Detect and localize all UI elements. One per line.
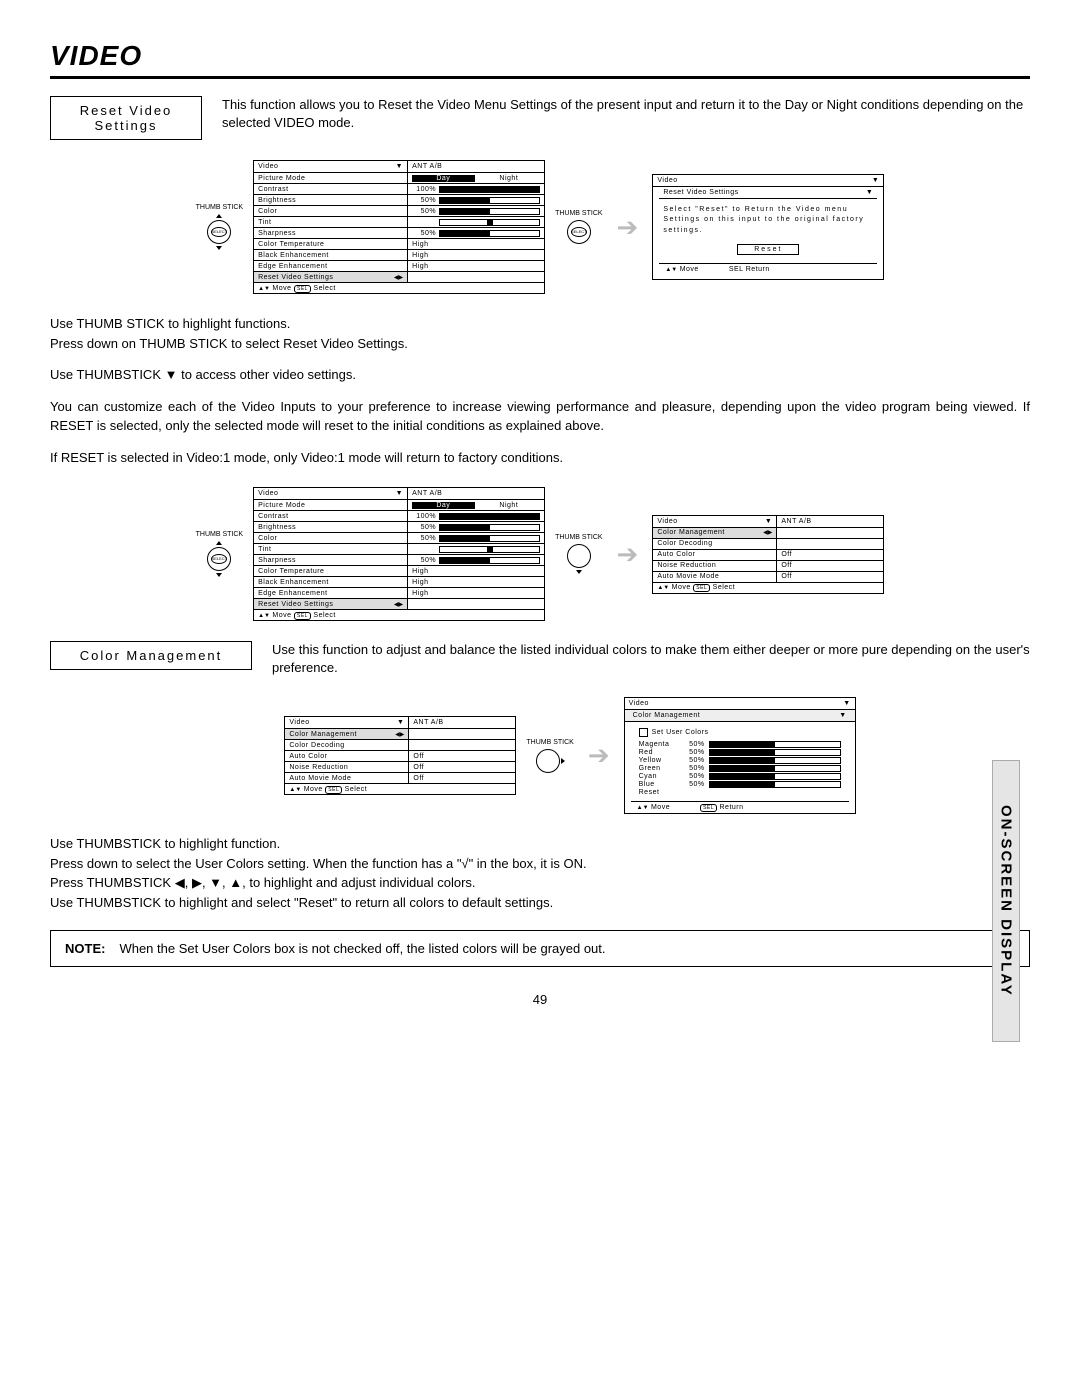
video-menu-panel-2: Video▼ ANT A/B Picture ModeDayNightContr… bbox=[253, 487, 545, 621]
color-adjust-panel: Video▼ Color Management▼ Set User Colors… bbox=[624, 697, 856, 814]
color-mgmt-menu-panel-2: Video▼ ANT A/B Color Management◀▶Color D… bbox=[284, 716, 516, 795]
color-mgmt-menu-panel-1: Video▼ ANT A/B Color Management◀▶Color D… bbox=[652, 515, 884, 594]
page-title: VIDEO bbox=[50, 40, 1030, 79]
arrow-icon: ➔ bbox=[617, 539, 639, 570]
reset-button[interactable]: Reset bbox=[737, 244, 799, 255]
reset-video-intro: This function allows you to Reset the Vi… bbox=[222, 96, 1030, 132]
instruction-4: If RESET is selected in Video:1 mode, on… bbox=[50, 448, 1030, 468]
page-number: 49 bbox=[50, 992, 1030, 1007]
color-reset-button[interactable]: Reset bbox=[639, 789, 681, 796]
color-mgmt-intro: Use this function to adjust and balance … bbox=[272, 641, 1030, 677]
video-menu-panel-1: Video▼ ANT A/B Picture ModeDayNightContr… bbox=[253, 160, 545, 294]
arrow-icon: ➔ bbox=[588, 740, 610, 771]
instruction-block-1: Use THUMB STICK to highlight functions. … bbox=[50, 314, 1030, 353]
color-mgmt-heading: Color Management bbox=[50, 641, 252, 670]
instruction-3: You can customize each of the Video Inpu… bbox=[50, 397, 1030, 436]
thumbstick-icon-4: THUMB STICK bbox=[555, 534, 602, 574]
arrow-icon: ➔ bbox=[617, 212, 639, 243]
note-box: NOTE:When the Set User Colors box is not… bbox=[50, 930, 1030, 967]
thumbstick-icon-1: THUMB STICK SELECT bbox=[196, 204, 243, 250]
thumbstick-icon-3: THUMB STICK SELECT bbox=[196, 531, 243, 577]
set-user-colors-checkbox[interactable] bbox=[639, 728, 648, 737]
instruction-block-2: Use THUMBSTICK to highlight function. Pr… bbox=[50, 834, 1030, 912]
side-tab: ON-SCREEN DISPLAY bbox=[992, 760, 1020, 1042]
reset-video-heading: Reset Video Settings bbox=[50, 96, 202, 140]
thumbstick-icon-2: THUMB STICK SELECT bbox=[555, 210, 602, 244]
instruction-2: Use THUMBSTICK ▼ to access other video s… bbox=[50, 365, 1030, 385]
thumbstick-icon-5: THUMB STICK bbox=[526, 739, 573, 773]
reset-dialog-panel: Video▼ Reset Video Settings▼ Select "Res… bbox=[652, 174, 884, 281]
